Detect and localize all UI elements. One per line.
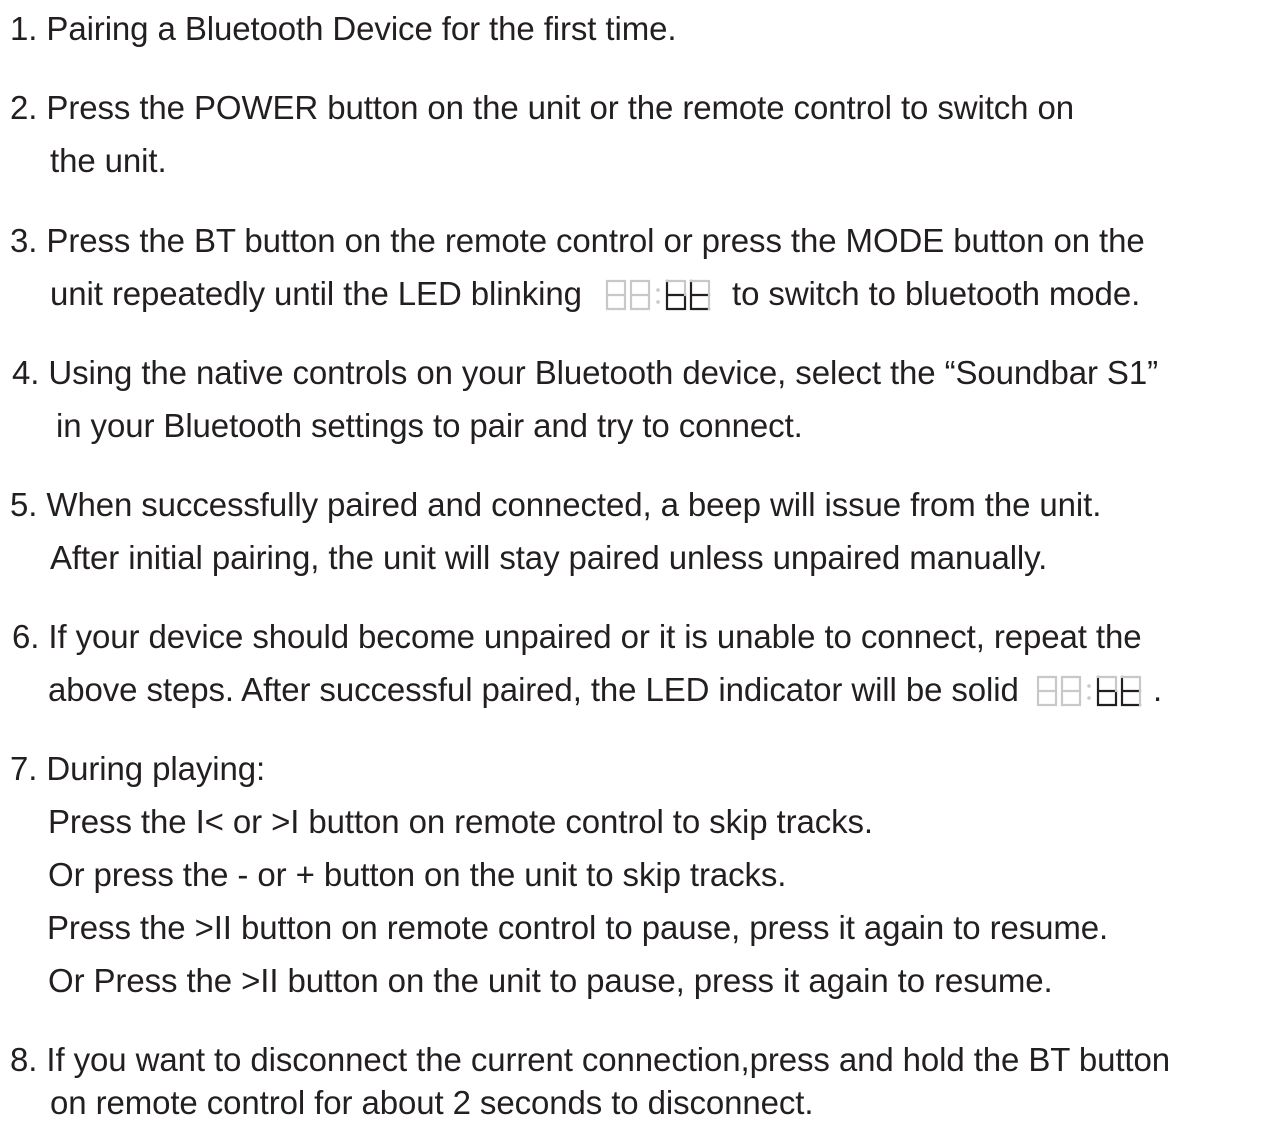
step-5-text: When successfully paired and connected, … <box>46 486 1102 523</box>
step-2-text: Press the POWER button on the unit or th… <box>46 89 1075 126</box>
step-1-text: Pairing a Bluetooth Device for the first… <box>46 10 677 47</box>
step-3-text: Press the BT button on the remote contro… <box>46 222 1145 259</box>
step-7-line-1: 7. During playing: <box>10 749 265 789</box>
step-6-line-2: above steps. After successful paired, th… <box>48 670 1162 710</box>
step-6-text-before-led: above steps. After successful paired, th… <box>48 671 1019 708</box>
step-1-number: 1. <box>10 10 38 47</box>
step-7-line-4: Press the >II button on remote control t… <box>47 909 1109 946</box>
step-6-line-1: 6. If your device should become unpaired… <box>12 617 1142 657</box>
seven-segment-display-bt-icon <box>605 279 711 311</box>
step-2-number: 2. <box>10 89 38 126</box>
step-7-line-3: Or press the - or + button on the unit t… <box>48 856 787 893</box>
step-3-number: 3. <box>10 222 38 259</box>
step-6-number: 6. <box>12 618 40 655</box>
step-4-number: 4. <box>12 354 40 391</box>
step-4-line-2: in your Bluetooth settings to pair and t… <box>56 407 803 444</box>
step-6-text: If your device should become unpaired or… <box>48 618 1142 655</box>
step-7-line-2: Press the I< or >I button on remote cont… <box>48 803 873 840</box>
step-8-line-1: 8. If you want to disconnect the current… <box>10 1040 1170 1080</box>
step-5-line-1: 5. When successfully paired and connecte… <box>10 485 1101 525</box>
step-5-number: 5. <box>10 486 38 523</box>
step-7-text: During playing: <box>46 750 266 787</box>
step-8-text: If you want to disconnect the current co… <box>46 1041 1170 1078</box>
step-7-number: 7. <box>10 750 38 787</box>
step-5-line-2: After initial pairing, the unit will sta… <box>50 539 1048 576</box>
step-7-line-5: Or Press the >II button on the unit to p… <box>48 962 1053 999</box>
step-1-line-1: 1. Pairing a Bluetooth Device for the fi… <box>10 9 677 49</box>
step-2-line-1: 2. Press the POWER button on the unit or… <box>10 88 1074 128</box>
step-6-text-after-led: . <box>1152 671 1163 708</box>
step-3-line-2: unit repeatedly until the LED blinking t… <box>50 274 1140 314</box>
step-3-text-after-led: to switch to bluetooth mode. <box>732 275 1141 312</box>
step-4-text: Using the native controls on your Blueto… <box>48 354 1158 391</box>
step-8-line-2: on remote control for about 2 seconds to… <box>50 1084 814 1121</box>
step-8-number: 8. <box>10 1041 38 1078</box>
step-3-text-before-led: unit repeatedly until the LED blinking <box>50 275 582 312</box>
step-3-line-1: 3. Press the BT button on the remote con… <box>10 221 1145 261</box>
step-4-line-1: 4. Using the native controls on your Blu… <box>12 353 1158 393</box>
seven-segment-display-bt-icon <box>1036 675 1142 707</box>
step-2-line-2: the unit. <box>50 142 167 179</box>
